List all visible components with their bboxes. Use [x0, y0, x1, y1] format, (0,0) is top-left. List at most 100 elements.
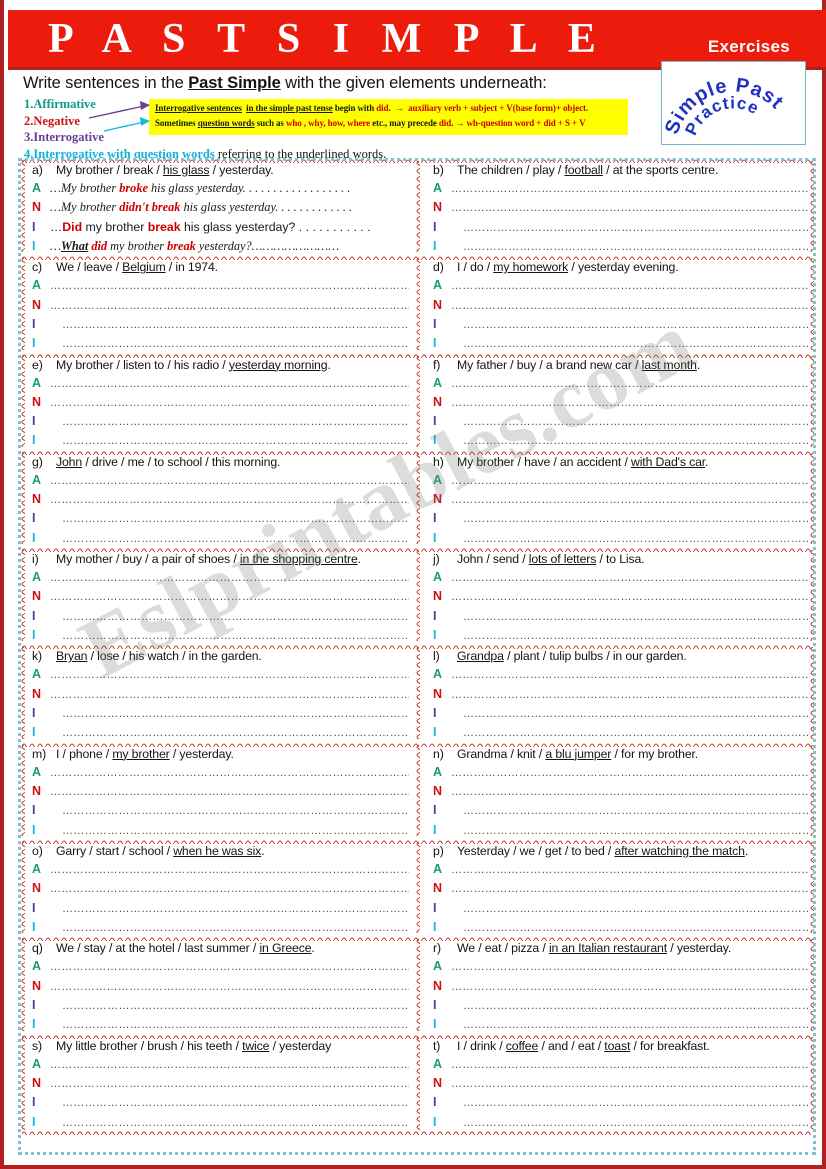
answer-blank-line[interactable]: …………………………………………………………………………………………	[451, 783, 808, 802]
answer-blank-line[interactable]: …………………………………………………………………………………………	[50, 1094, 409, 1113]
answer-blank-line[interactable]: …………………………………………………………………………………………	[50, 1016, 409, 1035]
answer-blank-line[interactable]: …………………………………………………………………………………………	[451, 394, 808, 413]
answer-tag-negative: N	[433, 686, 443, 701]
answer-tag-affirmative: A	[433, 764, 443, 779]
answer-blank-line[interactable]: …………………………………………………………………………………………	[451, 802, 808, 821]
answer-blank-line[interactable]: …………………………………………………………………………………………	[50, 608, 409, 627]
answer-blank-line[interactable]: …………………………………………………………………………………………	[451, 199, 808, 218]
answer-blank-line[interactable]: …………………………………………………………………………………………	[451, 219, 808, 238]
answer-blank-line[interactable]: …………………………………………………………………………………………	[50, 822, 409, 841]
answer-blank-line[interactable]: …………………………………………………………………………………………	[451, 1075, 808, 1094]
answer-blank-line[interactable]: …………………………………………………………………………………………	[451, 1016, 808, 1035]
answer-row-negative: N …………………………………………………………………………………………	[433, 587, 808, 606]
answer-blank-line[interactable]: …………………………………………………………………………………………	[50, 1114, 409, 1133]
answer-filled-interrogative-wh[interactable]: …What did my brother break yesterday?…………	[50, 237, 409, 256]
answer-tag-interrogative: I	[433, 511, 437, 526]
answer-row-affirmative: A …………………………………………………………………………………………	[32, 276, 409, 295]
answer-blank-line[interactable]: …………………………………………………………………………………………	[451, 491, 808, 510]
exercise-row: e) My brother / listen to / his radio / y…	[18, 352, 816, 451]
answer-blank-line[interactable]: …………………………………………………………………………………………	[50, 472, 409, 491]
answer-blank-line[interactable]: …………………………………………………………………………………………	[451, 958, 808, 977]
answer-blank-line[interactable]: …………………………………………………………………………………………	[451, 880, 808, 899]
answer-blank-line[interactable]: …………………………………………………………………………………………	[451, 335, 808, 354]
answer-blank-line[interactable]: …………………………………………………………………………………………	[50, 1056, 409, 1075]
answer-blank-line[interactable]: …………………………………………………………………………………………	[50, 1075, 409, 1094]
answer-blank-line[interactable]: …………………………………………………………………………………………	[451, 997, 808, 1016]
exercise-label: i)	[32, 552, 39, 567]
answer-blank-line[interactable]: …………………………………………………………………………………………	[451, 900, 808, 919]
answer-blank-line[interactable]: …………………………………………………………………………………………	[451, 180, 808, 199]
answer-blank-line[interactable]: …………………………………………………………………………………………	[451, 666, 808, 685]
answer-blank-line[interactable]: …………………………………………………………………………………………	[50, 724, 409, 743]
answer-blank-line[interactable]: …………………………………………………………………………………………	[451, 277, 808, 296]
answer-blank-line[interactable]: …………………………………………………………………………………………	[451, 413, 808, 432]
answer-blank-line[interactable]: …………………………………………………………………………………………	[451, 1094, 808, 1113]
answer-row-interrogative-wh: I …………………………………………………………………………………………	[32, 334, 409, 353]
answer-blank-line[interactable]: …………………………………………………………………………………………	[451, 530, 808, 549]
answer-blank-line[interactable]: …………………………………………………………………………………………	[50, 394, 409, 413]
answer-blank-line[interactable]: …………………………………………………………………………………………	[50, 686, 409, 705]
answer-blank-line[interactable]: …………………………………………………………………………………………	[451, 608, 808, 627]
answer-blank-line[interactable]: …………………………………………………………………………………………	[451, 861, 808, 880]
answer-blank-line[interactable]: …………………………………………………………………………………………	[50, 705, 409, 724]
answer-blank-line[interactable]: …………………………………………………………………………………………	[50, 997, 409, 1016]
answer-blank-line[interactable]: …………………………………………………………………………………………	[451, 510, 808, 529]
answer-row-interrogative: I …………………………………………………………………………………………	[32, 801, 409, 820]
answer-blank-line[interactable]: …………………………………………………………………………………………	[50, 569, 409, 588]
answer-blank-line[interactable]: …………………………………………………………………………………………	[50, 958, 409, 977]
answer-blank-line[interactable]: …………………………………………………………………………………………	[50, 627, 409, 646]
answer-blank-line[interactable]: …………………………………………………………………………………………	[50, 432, 409, 451]
answer-blank-line[interactable]: …………………………………………………………………………………………	[50, 277, 409, 296]
answer-blank-line[interactable]: …………………………………………………………………………………………	[451, 1114, 808, 1133]
answer-blank-line[interactable]: …………………………………………………………………………………………	[50, 413, 409, 432]
answer-blank-line[interactable]: …………………………………………………………………………………………	[451, 822, 808, 841]
answer-tag-affirmative: A	[32, 764, 42, 779]
answer-blank-line[interactable]: …………………………………………………………………………………………	[50, 510, 409, 529]
answer-blank-line[interactable]: …………………………………………………………………………………………	[50, 335, 409, 354]
answer-blank-line[interactable]: …………………………………………………………………………………………	[50, 919, 409, 938]
answer-blank-line[interactable]: …………………………………………………………………………………………	[451, 686, 808, 705]
exercise-prompt: m) I / phone / my brother / yesterday.	[32, 746, 234, 761]
answer-blank-line[interactable]: …………………………………………………………………………………………	[451, 472, 808, 491]
answer-blank-line[interactable]: …………………………………………………………………………………………	[50, 783, 409, 802]
answer-blank-line[interactable]: …………………………………………………………………………………………	[451, 919, 808, 938]
answer-blank-line[interactable]: …………………………………………………………………………………………	[451, 432, 808, 451]
answer-blank-line[interactable]: …………………………………………………………………………………………	[451, 588, 808, 607]
answer-blank-line[interactable]: …………………………………………………………………………………………	[451, 375, 808, 394]
answer-blank-line[interactable]: …………………………………………………………………………………………	[50, 530, 409, 549]
answer-blank-line[interactable]: …………………………………………………………………………………………	[50, 297, 409, 316]
answer-blank-line[interactable]: …………………………………………………………………………………………	[50, 491, 409, 510]
answer-row-interrogative-wh: I …………………………………………………………………………………………	[32, 723, 409, 742]
answer-blank-line[interactable]: …………………………………………………………………………………………	[451, 705, 808, 724]
answer-blank-line[interactable]: …………………………………………………………………………………………	[451, 724, 808, 743]
exercise-cell: b) The children / play / football / at th…	[417, 158, 816, 255]
answer-blank-line[interactable]: …………………………………………………………………………………………	[451, 316, 808, 335]
answer-blank-line[interactable]: …………………………………………………………………………………………	[451, 627, 808, 646]
answer-row-affirmative: A …My brother broke his glass yesterday. …	[32, 179, 409, 198]
answer-blank-line[interactable]: …………………………………………………………………………………………	[451, 1056, 808, 1075]
answer-filled-negative[interactable]: …My brother didn't break his glass yeste…	[50, 198, 409, 217]
answer-tag-affirmative: A	[433, 375, 443, 390]
answer-blank-line[interactable]: …………………………………………………………………………………………	[451, 764, 808, 783]
answer-tag-negative: N	[433, 589, 443, 604]
answer-blank-line[interactable]: …………………………………………………………………………………………	[451, 297, 808, 316]
answer-filled-affirmative[interactable]: …My brother broke his glass yesterday. .…	[50, 179, 409, 198]
answer-tag-negative: N	[32, 784, 42, 799]
answer-blank-line[interactable]: …………………………………………………………………………………………	[50, 666, 409, 685]
answer-blank-line[interactable]: …………………………………………………………………………………………	[50, 316, 409, 335]
answer-blank-line[interactable]: …………………………………………………………………………………………	[50, 588, 409, 607]
answer-blank-line[interactable]: …………………………………………………………………………………………	[50, 978, 409, 997]
answer-blank-line[interactable]: …………………………………………………………………………………………	[451, 238, 808, 257]
answer-filled-interrogative[interactable]: …Did my brother break his glass yesterda…	[50, 218, 409, 237]
answer-blank-line[interactable]: …………………………………………………………………………………………	[50, 900, 409, 919]
answer-blank-line[interactable]: …………………………………………………………………………………………	[50, 802, 409, 821]
exercise-cell: s) My little brother / brush / his teeth …	[18, 1034, 417, 1135]
answer-blank-line[interactable]: …………………………………………………………………………………………	[50, 375, 409, 394]
answer-blank-line[interactable]: …………………………………………………………………………………………	[50, 861, 409, 880]
exercise-row: m) I / phone / my brother / yesterday. A ………	[18, 741, 816, 841]
answer-blank-line[interactable]: …………………………………………………………………………………………	[50, 880, 409, 899]
answer-blank-line[interactable]: …………………………………………………………………………………………	[451, 978, 808, 997]
answer-row-affirmative: A …………………………………………………………………………………………	[32, 763, 409, 782]
answer-blank-line[interactable]: …………………………………………………………………………………………	[50, 764, 409, 783]
answer-blank-line[interactable]: …………………………………………………………………………………………	[451, 569, 808, 588]
